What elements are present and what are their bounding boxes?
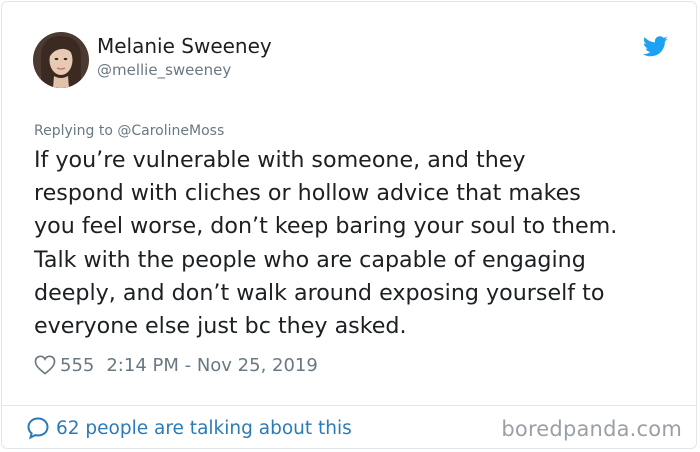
tweet-line: everyone else just bc they asked. <box>34 313 407 340</box>
tweet-timestamp[interactable]: 2:14 PM - Nov 25, 2019 <box>106 355 317 376</box>
talking-label[interactable]: 62 people are talking about this <box>56 418 352 439</box>
tweet-line: Talk with the people who are capable of … <box>34 246 586 273</box>
author-display-name[interactable]: Melanie Sweeney <box>97 34 272 58</box>
speech-bubble-icon <box>27 417 49 440</box>
talking-link[interactable]: 62 people are talking about this <box>26 416 352 440</box>
like-count[interactable]: 555 <box>60 355 94 376</box>
tweet-meta: 555 2:14 PM - Nov 25, 2019 <box>34 352 318 378</box>
watermark: boredpanda.com <box>501 417 682 441</box>
tweet-line: deeply, and don’t walk around exposing y… <box>34 279 605 306</box>
tweet-line: If you’re vulnerable with someone, and t… <box>34 147 526 173</box>
tweet-text: If you’re vulnerable with someone, and t… <box>34 144 684 343</box>
footer-divider <box>2 405 696 406</box>
twitter-bird-icon[interactable] <box>642 36 668 57</box>
author-handle[interactable]: @mellie_sweeney <box>97 61 231 79</box>
tweet-card: Melanie Sweeney @mellie_sweeney Replying… <box>1 1 697 449</box>
avatar[interactable] <box>33 32 89 88</box>
heart-icon[interactable] <box>34 355 56 375</box>
avatar-photo <box>33 32 89 88</box>
tweet-line: you feel worse, don’t keep baring your s… <box>34 213 618 240</box>
reply-context[interactable]: Replying to @CarolineMoss <box>34 123 224 139</box>
tweet-line: respond with cliches or hollow advice th… <box>34 180 581 207</box>
